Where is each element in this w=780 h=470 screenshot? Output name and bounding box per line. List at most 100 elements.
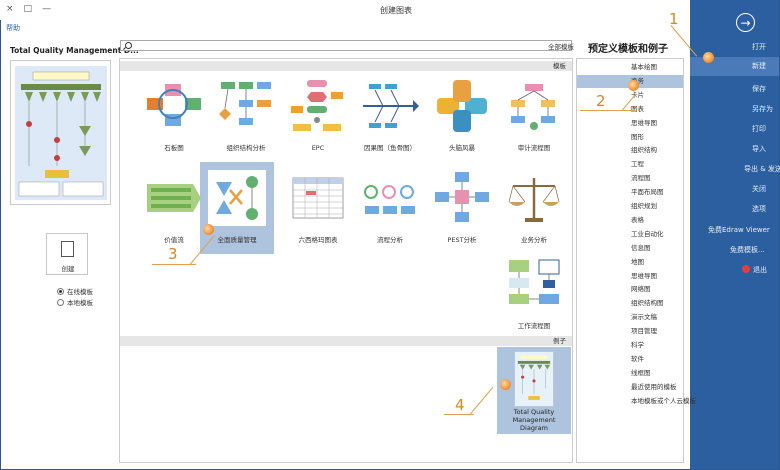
category-item[interactable]: 流程图 xyxy=(577,172,683,186)
value-stream-thumbnail xyxy=(147,184,201,212)
template-preview xyxy=(10,60,111,205)
category-item[interactable]: 地图 xyxy=(577,256,683,270)
template-business-analysis[interactable]: 业务分析 xyxy=(497,162,571,254)
template-org-analysis[interactable]: 组织结构分析 xyxy=(209,70,283,162)
category-item[interactable]: 基本绘图 xyxy=(577,61,683,75)
radio-local-indicator[interactable] xyxy=(57,298,64,306)
template-label: 价值流 xyxy=(164,236,184,244)
example-tqm-diagram[interactable]: Total Quality Management Diagram xyxy=(497,347,571,434)
back-button[interactable]: → xyxy=(736,13,755,32)
category-item[interactable]: 演示文稿 xyxy=(577,311,683,325)
category-item[interactable]: 项目管理 xyxy=(577,325,683,339)
category-item[interactable]: 软件 xyxy=(577,353,683,367)
template-label: 因果图（鱼骨图） xyxy=(364,144,416,152)
categories-title: 预定义模板和例子 xyxy=(588,44,668,55)
example-thumbnail xyxy=(514,351,554,407)
maximize-window-button[interactable]: □ xyxy=(24,4,33,14)
category-item[interactable]: 本地模板或个人云模板 xyxy=(577,395,696,409)
minimize-window-button[interactable]: — xyxy=(42,4,51,14)
sidebar-item-free-viewer[interactable]: 免费Edraw Viewer xyxy=(690,221,779,240)
brainstorm-thumbnail xyxy=(437,80,487,132)
callout-line-2a xyxy=(580,110,635,111)
template-audit-flowchart[interactable]: 审计流程图 xyxy=(497,70,571,162)
sidebar-item-free-templates[interactable]: 免费模板... xyxy=(690,241,779,260)
title-bar: × □ — 创建图表 xyxy=(0,0,690,20)
category-item[interactable]: 组织规划 xyxy=(577,200,683,214)
sidebar-item-close[interactable]: 关闭 xyxy=(690,180,779,199)
sidebar-item-exit[interactable]: 退出 xyxy=(690,261,779,280)
sidebar-item-save[interactable]: 保存 xyxy=(690,80,779,99)
sidebar-item-import[interactable]: 导入 xyxy=(690,140,779,159)
callout-marker-1 xyxy=(703,52,714,63)
template-label: 流程分析 xyxy=(377,236,403,244)
template-total-quality-management[interactable]: 全面质量管理 xyxy=(200,162,274,254)
category-item[interactable]: 图形 xyxy=(577,131,683,145)
category-item[interactable]: 组织结构图 xyxy=(577,297,683,311)
template-label: PEST分析 xyxy=(447,236,477,244)
category-item[interactable]: 平面布局图 xyxy=(577,186,683,200)
audit-flowchart-thumbnail xyxy=(511,84,555,130)
create-button[interactable]: 创建 xyxy=(46,233,88,275)
category-item[interactable]: 思维导图 xyxy=(577,270,683,284)
epc-thumbnail xyxy=(291,80,343,131)
callout-number-1: 1 xyxy=(669,10,679,28)
category-item[interactable]: 表格 xyxy=(577,214,683,228)
template-epc[interactable]: EPC xyxy=(281,70,355,162)
template-search-input[interactable] xyxy=(120,40,572,51)
category-item[interactable]: 网络图 xyxy=(577,283,683,297)
window-title: 创建图表 xyxy=(380,6,412,15)
template-value-stream[interactable]: 价值流 xyxy=(137,162,211,254)
category-item[interactable]: 最近使用的模板 xyxy=(577,381,683,395)
template-fishbone[interactable]: 因果图（鱼骨图） xyxy=(353,70,427,162)
template-label: 六西格玛图表 xyxy=(298,236,338,244)
six-sigma-thumbnail xyxy=(292,177,344,219)
template-pest-analysis[interactable]: PEST分析 xyxy=(425,162,499,254)
sidebar-item-exit-label: 退出 xyxy=(753,266,767,274)
category-item[interactable]: 信息图 xyxy=(577,242,683,256)
radio-local-label: 本地模板 xyxy=(67,299,93,307)
callout-marker-4 xyxy=(500,379,511,390)
callout-number-3: 3 xyxy=(168,245,178,263)
category-item[interactable]: 组织结构 xyxy=(577,144,683,158)
category-item[interactable]: 思维导图 xyxy=(577,117,683,131)
callout-number-2: 2 xyxy=(596,92,606,110)
callout-marker-2 xyxy=(628,80,639,91)
template-brainstorm[interactable]: 头脑风暴 xyxy=(425,70,499,162)
new-document-icon xyxy=(61,241,74,257)
search-icon[interactable] xyxy=(125,42,132,49)
template-slate-diagram[interactable]: 石板图 xyxy=(137,70,211,162)
help-link[interactable]: 帮助 xyxy=(6,23,20,33)
close-window-button[interactable]: × xyxy=(6,4,14,14)
sidebar-item-print[interactable]: 打印 xyxy=(690,120,779,139)
process-analysis-thumbnail xyxy=(364,185,415,214)
category-item[interactable]: 科学 xyxy=(577,339,683,353)
template-six-sigma[interactable]: 六西格玛图表 xyxy=(281,162,355,254)
preview-thumbnail xyxy=(15,66,107,200)
radio-online-indicator[interactable] xyxy=(57,287,64,295)
fishbone-thumbnail xyxy=(363,84,419,128)
radio-online-template[interactable]: 在线模板 xyxy=(57,286,93,296)
file-sidebar: → 打开 新建 保存 另存为 打印 导入 导出 & 发送 关闭 选项 免费Edr… xyxy=(690,0,780,469)
scale-icon xyxy=(508,178,560,222)
template-label: 业务分析 xyxy=(521,236,547,244)
callout-marker-3 xyxy=(203,224,214,235)
template-label: 审计流程图 xyxy=(517,144,551,152)
sidebar-item-save-as[interactable]: 另存为 xyxy=(690,100,779,119)
tqm-thumbnail xyxy=(208,170,266,226)
radio-local-template[interactable]: 本地模板 xyxy=(57,297,93,307)
template-label: 组织结构分析 xyxy=(226,144,266,152)
template-label: 头脑风暴 xyxy=(449,144,475,152)
category-item[interactable]: 工业自动化 xyxy=(577,228,683,242)
category-item[interactable]: 线框图 xyxy=(577,367,683,381)
search-scope-label: 全部模板 xyxy=(548,43,574,51)
template-label: EPC xyxy=(311,144,325,152)
sidebar-item-export-send[interactable]: 导出 & 发送 xyxy=(690,160,780,179)
radio-online-label: 在线模板 xyxy=(67,288,93,296)
create-button-label: 创建 xyxy=(61,265,75,273)
sidebar-item-options[interactable]: 选项 xyxy=(690,200,779,219)
arrow-right-icon: → xyxy=(740,15,751,30)
template-process-analysis[interactable]: 流程分析 xyxy=(353,162,427,254)
example-label: Total Quality Management Diagram xyxy=(512,408,556,432)
category-item[interactable]: 工程 xyxy=(577,158,683,172)
template-workflow[interactable]: 工作流程图 xyxy=(497,248,571,340)
